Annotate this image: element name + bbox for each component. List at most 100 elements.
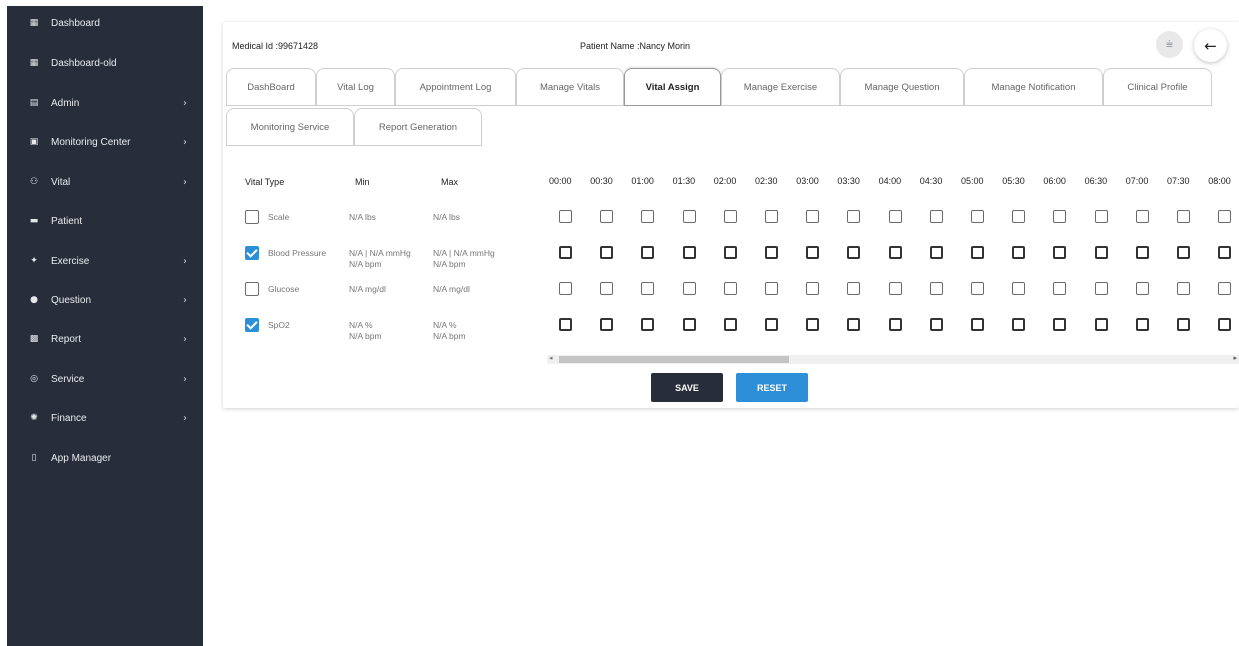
time-slot-checkbox[interactable] [971, 246, 984, 259]
time-slot-checkbox[interactable] [723, 282, 737, 295]
time-slot-checkbox[interactable] [1094, 246, 1108, 259]
time-slot-checkbox[interactable] [765, 318, 778, 331]
sidebar-item-dashboard-old[interactable]: ▦ Dashboard-old [7, 51, 203, 75]
time-slot-checkbox[interactable] [1135, 282, 1149, 295]
time-slot-checkbox[interactable] [765, 246, 778, 259]
scroll-right-icon[interactable]: ▸ [1233, 354, 1237, 362]
time-slot-checkbox[interactable] [559, 246, 572, 259]
time-slot-checkbox[interactable] [1177, 246, 1190, 259]
tab-appointment-log[interactable]: Appointment Log [395, 68, 516, 106]
time-slot-checkbox[interactable] [1135, 318, 1149, 331]
time-slot-checkbox[interactable] [929, 282, 943, 295]
sidebar-item-report[interactable]: ▩ Report › [7, 327, 203, 351]
vital-checkbox[interactable] [245, 318, 259, 332]
time-slot-checkbox[interactable] [847, 318, 861, 331]
sidebar-item-service[interactable]: ◎ Service › [7, 367, 203, 391]
sidebar-item-patient[interactable]: ▬ Patient [7, 209, 203, 233]
time-slot-checkbox[interactable] [1012, 210, 1026, 223]
time-slot-checkbox[interactable] [1012, 246, 1026, 259]
reset-button[interactable]: RESET [736, 373, 808, 402]
tab-manage-question[interactable]: Manage Question [840, 68, 964, 106]
time-slot-checkbox[interactable] [1218, 246, 1232, 259]
tab-manage-vitals[interactable]: Manage Vitals [516, 68, 624, 106]
time-slot-checkbox[interactable] [600, 210, 614, 223]
time-slot-checkbox[interactable] [1218, 318, 1232, 331]
time-slot-checkbox[interactable] [1094, 210, 1108, 223]
time-slot-checkbox[interactable] [1053, 282, 1067, 295]
sidebar-item-vital[interactable]: ⚇ Vital › [7, 170, 203, 194]
time-slot-checkbox[interactable] [847, 246, 861, 259]
sidebar-item-admin[interactable]: ▤ Admin › [7, 91, 203, 115]
time-slot-checkbox[interactable] [888, 246, 902, 259]
time-slot-checkbox[interactable] [888, 318, 902, 331]
time-slot-checkbox[interactable] [600, 282, 614, 295]
time-slot-checkbox[interactable] [641, 318, 655, 331]
time-slot-checkbox[interactable] [806, 318, 820, 331]
time-slot-checkbox[interactable] [971, 282, 984, 295]
time-slot-checkbox[interactable] [682, 246, 696, 259]
time-slot-checkbox[interactable] [765, 282, 778, 295]
time-slot-checkbox[interactable] [847, 282, 861, 295]
time-slot-checkbox[interactable] [1053, 318, 1067, 331]
sidebar-item-finance[interactable]: ✺ Finance › [7, 406, 203, 430]
sidebar-item-monitoring-center[interactable]: ▣ Monitoring Center › [7, 130, 203, 154]
tab-clinical-profile[interactable]: Clinical Profile [1103, 68, 1212, 106]
tab-manage-exercise[interactable]: Manage Exercise [721, 68, 840, 106]
tab-report-generation[interactable]: Report Generation [354, 108, 482, 146]
back-button[interactable]: ← [1194, 29, 1227, 62]
time-slot-checkbox[interactable] [1218, 210, 1232, 223]
time-slot-checkbox[interactable] [847, 210, 861, 223]
filter-button[interactable]: ⩧ [1156, 31, 1183, 58]
scroll-left-icon[interactable]: ◂ [549, 354, 553, 362]
time-slot-checkbox[interactable] [1053, 246, 1067, 259]
time-slot-checkbox[interactable] [723, 210, 737, 223]
time-slot-checkbox[interactable] [682, 210, 696, 223]
sidebar-item-question[interactable]: ● Question › [7, 288, 203, 312]
time-slot-checkbox[interactable] [929, 210, 943, 223]
time-slot-checkbox[interactable] [641, 282, 655, 295]
time-slot-checkbox[interactable] [929, 246, 943, 259]
time-slot-checkbox[interactable] [1177, 282, 1190, 295]
time-slot-checkbox[interactable] [600, 318, 614, 331]
time-slot-checkbox[interactable] [1218, 282, 1232, 295]
time-slot-checkbox[interactable] [1094, 282, 1108, 295]
time-slot-checkbox[interactable] [723, 318, 737, 331]
time-slot-checkbox[interactable] [600, 246, 614, 259]
time-slot-checkbox[interactable] [1135, 246, 1149, 259]
vital-checkbox[interactable] [245, 282, 259, 296]
sidebar-item-app-manager[interactable]: ▯ App Manager [7, 446, 203, 470]
time-slot-checkbox[interactable] [723, 246, 737, 259]
tab-monitoring-service[interactable]: Monitoring Service [226, 108, 354, 146]
time-slot-checkbox[interactable] [806, 210, 820, 223]
time-slot-checkbox[interactable] [888, 282, 902, 295]
tab-dashboard[interactable]: DashBoard [226, 68, 316, 106]
time-slot-checkbox[interactable] [682, 282, 696, 295]
time-slot-checkbox[interactable] [888, 210, 902, 223]
time-slot-checkbox[interactable] [559, 282, 572, 295]
time-slot-checkbox[interactable] [1177, 318, 1190, 331]
time-slot-checkbox[interactable] [806, 282, 820, 295]
sidebar-item-exercise[interactable]: ✦ Exercise › [7, 249, 203, 273]
time-slot-checkbox[interactable] [806, 246, 820, 259]
vital-checkbox[interactable] [245, 210, 259, 224]
time-slot-checkbox[interactable] [1012, 282, 1026, 295]
horizontal-scrollbar[interactable]: ◂ ▸ [547, 354, 1239, 364]
save-button[interactable]: SAVE [651, 373, 723, 402]
time-slot-checkbox[interactable] [1135, 210, 1149, 223]
time-slot-checkbox[interactable] [559, 318, 572, 331]
time-slot-checkbox[interactable] [1012, 318, 1026, 331]
time-slot-checkbox[interactable] [559, 210, 572, 223]
time-slot-checkbox[interactable] [1094, 318, 1108, 331]
sidebar-item-dashboard[interactable]: ▦ Dashboard [7, 11, 203, 35]
tab-vital-assign[interactable]: Vital Assign [624, 68, 721, 106]
time-slot-checkbox[interactable] [1053, 210, 1067, 223]
vital-checkbox[interactable] [245, 246, 259, 260]
time-slot-checkbox[interactable] [641, 246, 655, 259]
time-slot-checkbox[interactable] [929, 318, 943, 331]
scroll-thumb[interactable] [559, 356, 789, 363]
time-slot-checkbox[interactable] [971, 210, 984, 223]
time-slot-checkbox[interactable] [1177, 210, 1190, 223]
tab-manage-notification[interactable]: Manage Notification [964, 68, 1103, 106]
time-slot-checkbox[interactable] [682, 318, 696, 331]
time-slot-checkbox[interactable] [971, 318, 984, 331]
